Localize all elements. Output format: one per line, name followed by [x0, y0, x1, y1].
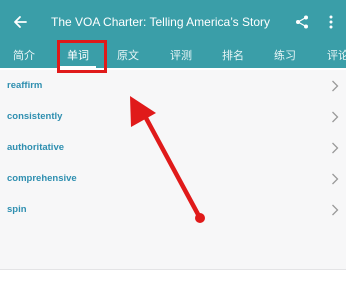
app-screen: The VOA Charter: Telling America’s Story… — [0, 0, 346, 282]
list-item[interactable]: spin — [0, 194, 346, 225]
chevron-right-icon — [330, 203, 340, 217]
word-list: reaffirm consistently authoritative comp… — [0, 70, 346, 270]
arrow-left-icon — [14, 16, 27, 28]
tab-ranking[interactable]: 排名 — [213, 44, 253, 68]
chevron-right-icon — [330, 79, 340, 93]
app-bar: The VOA Charter: Telling America’s Story… — [0, 0, 346, 68]
more-menu-button[interactable] — [322, 11, 340, 33]
tab-bar: 简介 单词 原文 评测 排名 练习 评论 — [0, 44, 346, 68]
tab-comments[interactable]: 评论 — [319, 44, 346, 68]
tab-intro[interactable]: 简介 — [4, 44, 44, 68]
chevron-right-icon — [330, 141, 340, 155]
tab-practice[interactable]: 练习 — [265, 44, 305, 68]
title-row: The VOA Charter: Telling America’s Story — [0, 0, 346, 44]
list-item[interactable]: consistently — [0, 101, 346, 132]
share-button[interactable] — [291, 11, 313, 33]
word-label: spin — [7, 204, 27, 215]
share-icon — [296, 15, 308, 29]
chevron-right-icon — [330, 172, 340, 186]
more-vertical-icon — [329, 15, 333, 29]
word-label: reaffirm — [7, 80, 43, 91]
word-label: comprehensive — [7, 173, 77, 184]
list-item[interactable]: authoritative — [0, 132, 346, 163]
tab-original-text[interactable]: 原文 — [108, 44, 148, 68]
list-item[interactable]: reaffirm — [0, 70, 346, 101]
chevron-right-icon — [330, 110, 340, 124]
annotation-highlight-box — [57, 40, 107, 73]
word-label: authoritative — [7, 142, 65, 153]
back-button[interactable] — [0, 0, 40, 44]
page-title: The VOA Charter: Telling America’s Story — [51, 15, 270, 29]
tab-evaluation[interactable]: 评测 — [161, 44, 201, 68]
list-item[interactable]: comprehensive — [0, 163, 346, 194]
word-label: consistently — [7, 111, 63, 122]
